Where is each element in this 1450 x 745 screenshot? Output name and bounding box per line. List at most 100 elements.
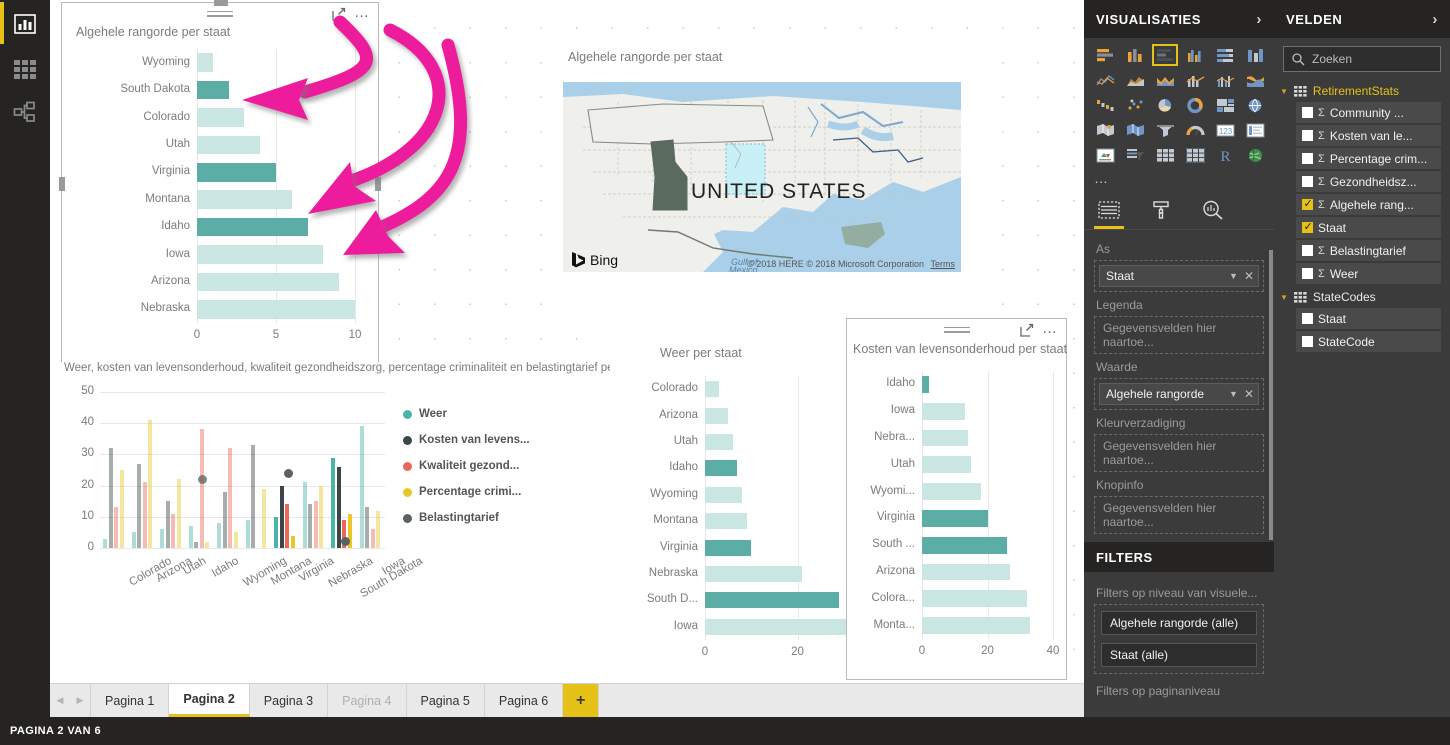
ribbon-chart-icon[interactable] [1242,69,1268,91]
bar[interactable] [922,536,1008,554]
bar[interactable] [922,429,968,447]
area-chart-icon[interactable] [1122,69,1148,91]
legend-item[interactable]: Percentage crimi... [403,486,521,498]
column-bar[interactable] [290,535,295,548]
stacked-bar-chart-icon[interactable] [1092,44,1118,66]
field-checkbox[interactable] [1302,130,1313,141]
add-page-button[interactable]: + [563,684,600,717]
bar[interactable] [922,510,988,527]
field-chip[interactable]: Staat ▼ ✕ [1099,265,1259,287]
marker-dot[interactable] [340,537,350,547]
focus-mode-icon[interactable] [332,7,346,21]
field-item[interactable]: Σ Community ... [1296,102,1441,123]
stacked-column-chart-icon[interactable] [1122,44,1148,66]
bar[interactable] [197,245,324,264]
visual-type-gallery[interactable]: 123 R [1084,38,1274,168]
visual-field-wells[interactable]: As Staat ▼ ✕ Legenda Gegevensvelden hier naar… [1084,230,1274,534]
clustered-bar-chart-icon[interactable] [1152,44,1178,66]
column-bar[interactable] [194,541,199,548]
field-checkbox[interactable] [1302,153,1313,164]
field-checkbox[interactable] [1302,107,1313,118]
resize-handle-right[interactable] [375,177,381,191]
more-visuals-icon[interactable]: … [1084,168,1274,190]
column-bar[interactable] [114,507,119,548]
column-bar[interactable] [308,504,313,548]
focus-mode-icon[interactable] [1020,323,1034,337]
column-bar[interactable] [199,429,204,548]
field-checkbox[interactable] [1302,176,1313,187]
chevron-down-icon[interactable]: ▼ [1229,271,1238,281]
slicer-icon[interactable] [1122,144,1148,166]
field-item[interactable]: Σ Percentage crim... [1296,148,1441,169]
visualizations-panel[interactable]: VISUALISATIES › 123 R … As Staat ▼ ✕ Legenda G… [1084,0,1274,717]
tab-analytics[interactable] [1198,197,1228,223]
card-icon[interactable]: 123 [1212,119,1238,141]
collapse-chevron-icon[interactable]: › [1256,11,1262,28]
table-node-statecodes[interactable]: ▼ StateCodes [1274,286,1450,308]
clustered-column-chart-icon[interactable] [1182,44,1208,66]
donut-chart-icon[interactable] [1182,94,1208,116]
bar[interactable] [922,376,929,393]
bar[interactable] [705,592,840,609]
visual-config-tabs[interactable] [1084,190,1274,230]
column-bar[interactable] [262,488,267,548]
report-canvas[interactable]: … Algehele rangorde per staat 0 5 10 Wyomin… [50,0,1084,683]
line-chart-icon[interactable] [1092,69,1118,91]
column-bar[interactable] [319,485,324,548]
map-terms-link[interactable]: Terms [931,259,956,269]
report-view-icon[interactable] [11,10,39,38]
line-stacked-column-chart-icon[interactable] [1182,69,1208,91]
well-as[interactable]: Staat ▼ ✕ [1094,260,1264,292]
column-bar[interactable] [336,466,341,548]
legend-item[interactable]: Belastingtarief [403,512,499,524]
pie-chart-icon[interactable] [1152,94,1178,116]
visualizations-scrollbar[interactable] [1269,250,1273,540]
map-icon[interactable] [1242,94,1268,116]
visual-filter-well[interactable]: Algehele rangorde (alle) Staat (alle) [1094,604,1264,674]
column-bar[interactable] [148,420,153,548]
column-bar[interactable] [176,479,181,548]
page-tab-pagina-3[interactable]: Pagina 3 [249,684,329,717]
funnel-icon[interactable] [1152,119,1178,141]
column-bar[interactable] [142,482,147,548]
column-bar[interactable] [165,501,170,548]
scatter-chart-icon[interactable] [1122,94,1148,116]
filters-panel-body[interactable]: Filters op niveau van visuele... Algehel… [1084,572,1274,698]
resize-handle-left[interactable] [59,177,65,191]
column-bar[interactable] [251,445,256,548]
page-tab-bar[interactable]: ◀ ▶ Pagina 1 Pagina 2 Pagina 3 Pagina 4 Pagi… [50,683,1084,717]
bar[interactable] [922,617,1031,634]
stacked-area-chart-icon[interactable] [1152,69,1178,91]
bar[interactable] [197,190,292,209]
drag-grip-icon[interactable] [943,326,970,334]
bar[interactable] [197,108,245,127]
column-bar[interactable] [370,529,375,548]
collapse-chevron-icon[interactable]: › [1432,11,1438,28]
column-bar[interactable] [188,526,193,548]
well-waarde[interactable]: Algehele rangorde ▼ ✕ [1094,378,1264,410]
100-stacked-bar-chart-icon[interactable] [1212,44,1238,66]
bar[interactable] [705,460,738,477]
visual-rank-map[interactable]: Algehele rangorde per staat UNITED STATE… [562,48,972,318]
bar[interactable] [922,590,1027,608]
r-script-icon[interactable]: R [1212,144,1238,166]
data-view-icon[interactable] [11,56,39,84]
column-bar[interactable] [131,532,136,548]
legend-item[interactable]: Kwaliteit gezond... [403,460,519,472]
visual-cost-bar-chart[interactable]: … Kosten van levensonderhoud per staat 0… [846,318,1067,680]
waterfall-chart-icon[interactable] [1092,94,1118,116]
column-bar[interactable] [274,516,279,548]
field-checkbox[interactable] [1302,313,1313,324]
field-item[interactable]: StateCode [1296,331,1441,352]
shape-map-icon[interactable] [1122,119,1148,141]
table-icon[interactable] [1152,144,1178,166]
bar[interactable] [197,162,276,182]
field-item[interactable]: Σ Belastingtarief [1296,240,1441,261]
remove-field-icon[interactable]: ✕ [1244,269,1254,283]
fields-tree[interactable]: ▼ RetirementStats Σ Community ... Σ Kosten va… [1274,80,1450,352]
field-checkbox[interactable] [1302,268,1313,279]
bar[interactable] [705,566,803,582]
column-bar[interactable] [279,485,284,548]
arcgis-map-icon[interactable] [1242,144,1268,166]
filled-map-icon[interactable] [1092,119,1118,141]
